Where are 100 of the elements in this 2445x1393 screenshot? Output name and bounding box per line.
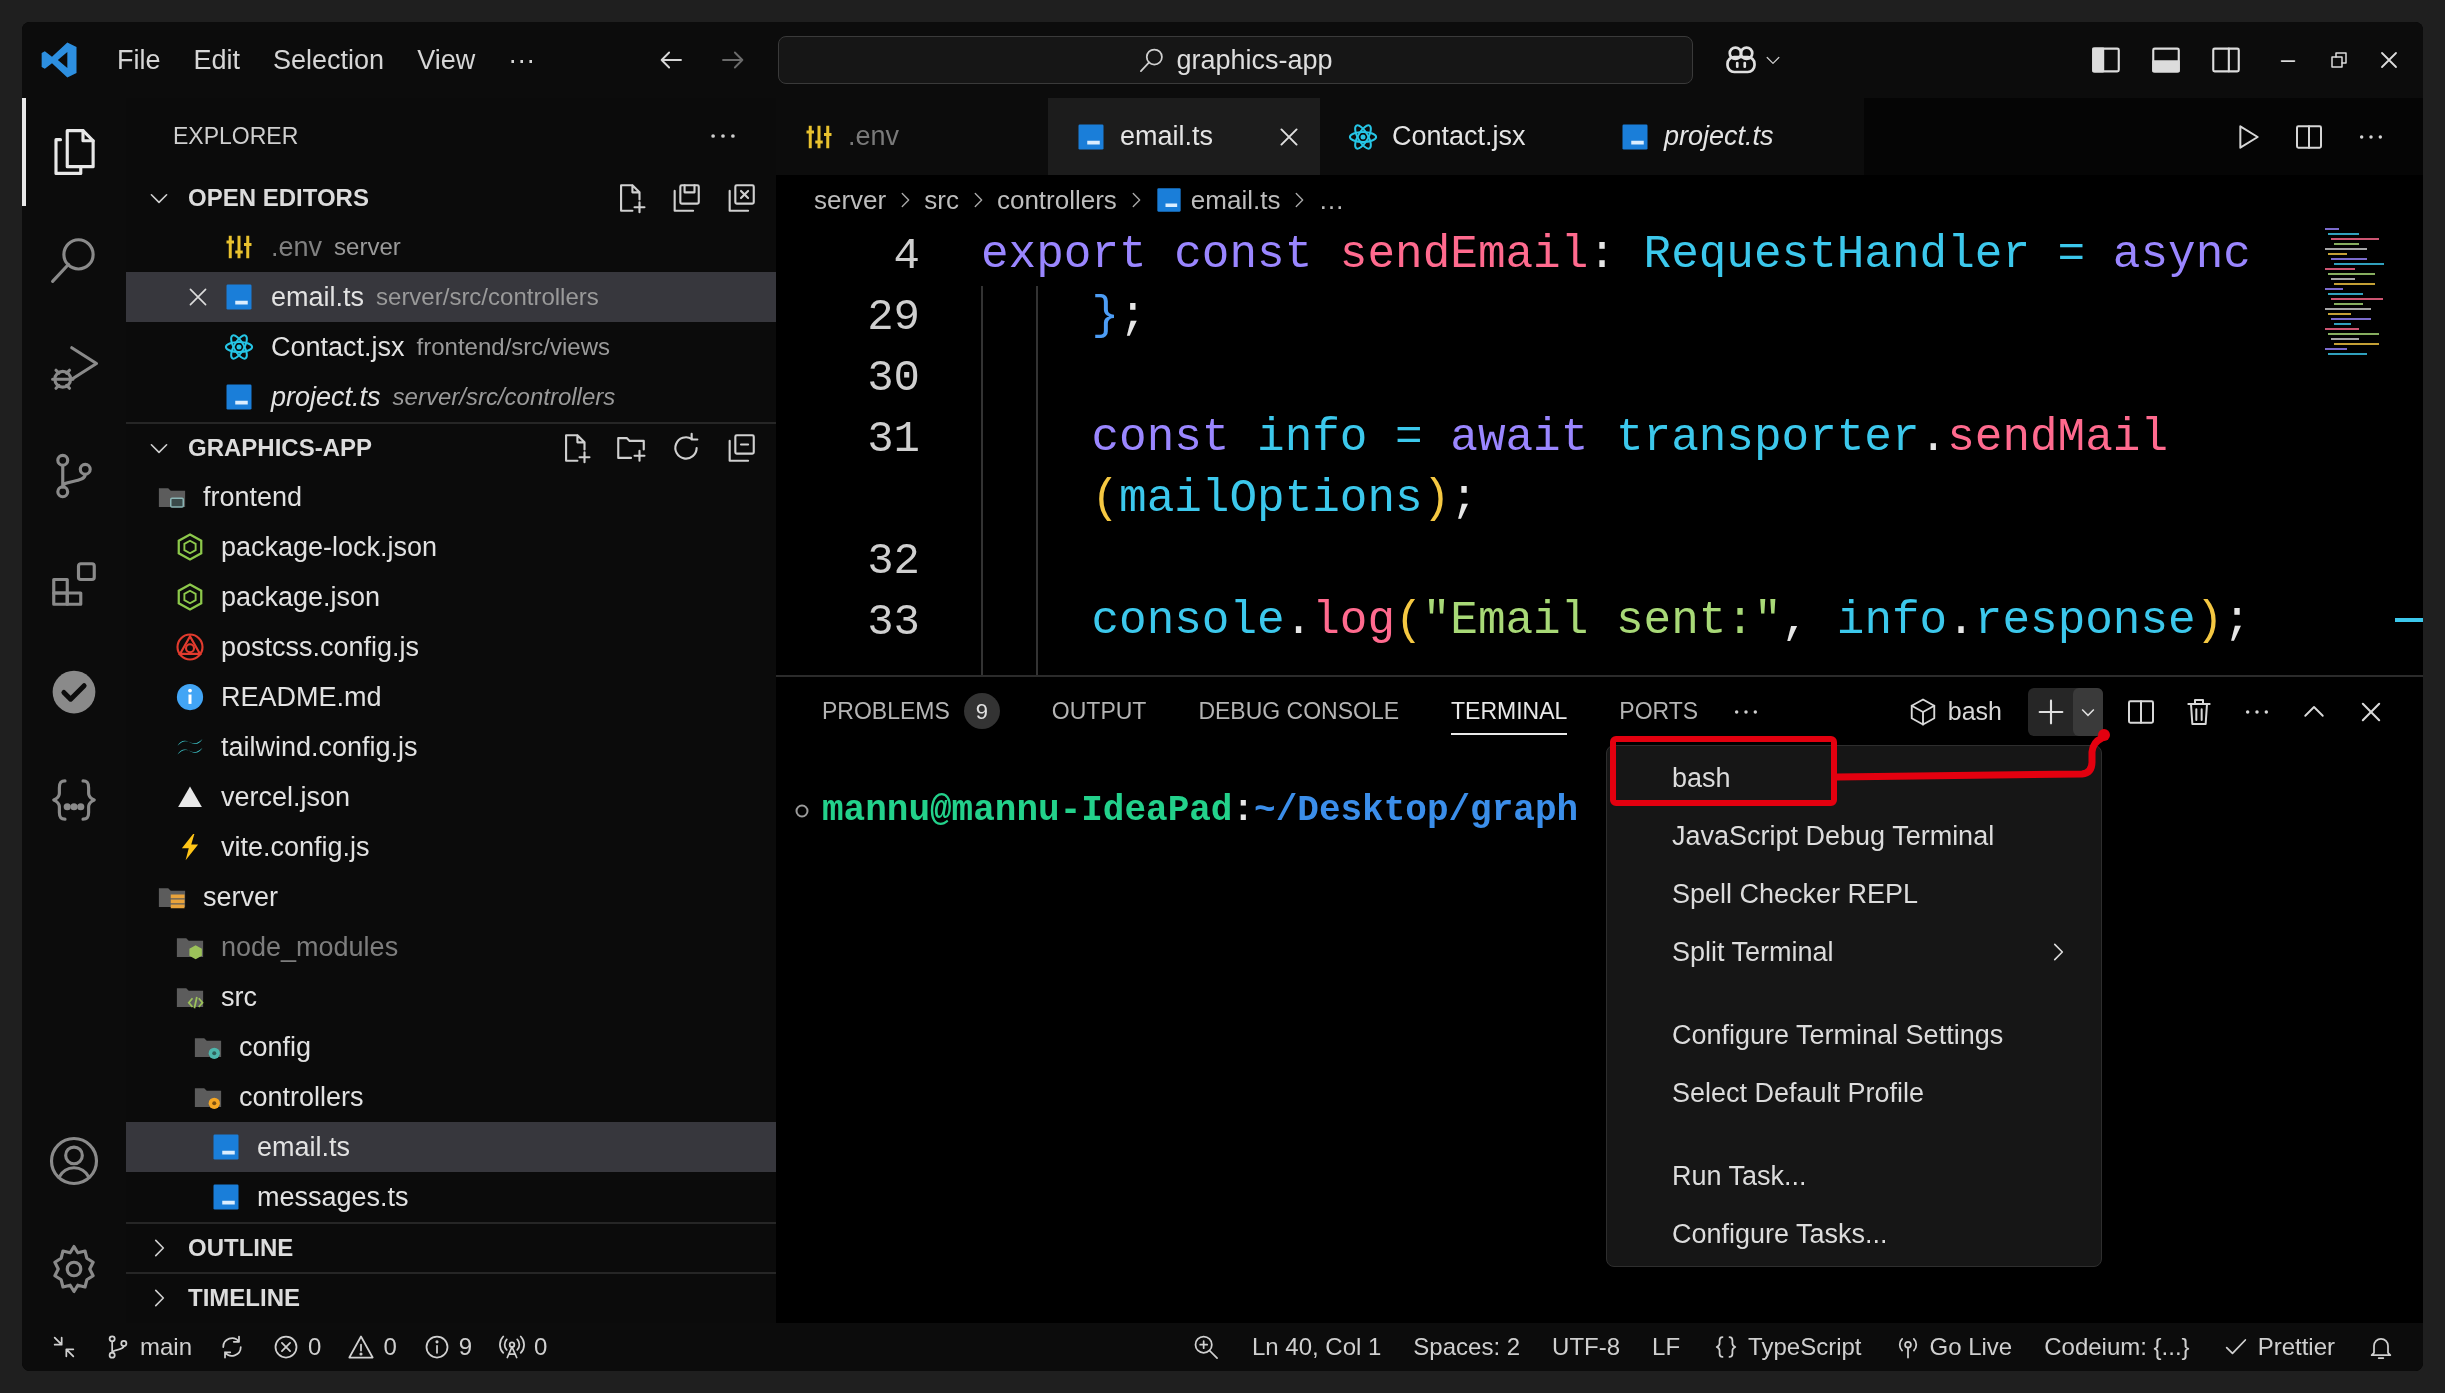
panel-tab[interactable]: PORTS <box>1619 689 1699 735</box>
tree-item[interactable]: email.ts <box>126 1122 776 1172</box>
tree-item[interactable]: package-lock.json <box>126 522 776 572</box>
line-number: 32 <box>867 534 920 588</box>
breadcrumb-item[interactable]: email.ts <box>1190 180 1281 220</box>
status-text: 0 <box>308 1332 322 1362</box>
file-name: node_modules <box>221 930 399 964</box>
editor-tab[interactable]: project.ts <box>1592 98 1864 175</box>
tree-item[interactable]: node_modules <box>126 922 776 972</box>
status-item[interactable]: Prettier <box>2215 1323 2341 1371</box>
dropdown-button[interactable] <box>2073 688 2103 736</box>
account-icon[interactable] <box>47 1134 101 1188</box>
open-editor-item[interactable]: project.ts server/src/controllers <box>126 372 776 422</box>
command-center[interactable]: graphics-app <box>778 36 1693 84</box>
hexagon-icon <box>175 532 205 562</box>
file-name: Contact.jsx <box>271 330 405 364</box>
line-number: 30 <box>867 351 920 405</box>
tree-item[interactable]: tailwind.config.js <box>126 722 776 772</box>
menu-item[interactable]: ··· <box>496 33 548 87</box>
section-header[interactable]: TIMELINE <box>126 1274 776 1322</box>
status-item[interactable]: TypeScript <box>1706 1323 1868 1371</box>
line-number: 4 <box>893 229 920 283</box>
menu-item[interactable]: Spell Checker REPL <box>1607 865 2101 923</box>
status-text: 0 <box>383 1332 397 1362</box>
breadcrumb-item[interactable]: … <box>1318 180 1345 220</box>
editor-tab[interactable]: .env <box>776 98 1048 175</box>
typescript-icon <box>224 282 254 312</box>
tree-item[interactable]: vite.config.js <box>126 822 776 872</box>
tree-item[interactable]: src <box>126 972 776 1022</box>
minimap[interactable] <box>2323 227 2386 357</box>
panel-tab[interactable]: TERMINAL <box>1451 689 1568 735</box>
status-item[interactable]: 9 <box>416 1323 479 1371</box>
status-item[interactable]: 0 <box>341 1323 403 1371</box>
code-token: log <box>1312 594 1396 649</box>
line-number: 29 <box>867 290 920 344</box>
terminal-name[interactable]: bash <box>1947 693 2002 731</box>
menu-item[interactable]: View <box>405 33 488 87</box>
tree-item[interactable]: postcss.config.js <box>126 622 776 672</box>
file-path: server/src/controllers <box>376 282 599 312</box>
breadcrumb-item[interactable]: server <box>814 180 887 220</box>
open-editor-item[interactable]: Contact.jsx frontend/src/views <box>126 322 776 372</box>
file-name: package-lock.json <box>221 530 438 564</box>
section-header[interactable]: GRAPHICS-APP <box>126 424 776 472</box>
tree-item[interactable]: controllers <box>126 1072 776 1122</box>
tree-item[interactable]: config <box>126 1022 776 1072</box>
status-item[interactable]: Codeium: {...} <box>2038 1323 2196 1371</box>
file-name: postcss.config.js <box>221 630 420 664</box>
menu-item[interactable]: Configure Tasks... <box>1607 1205 2101 1263</box>
tree-item[interactable]: README.md <box>126 672 776 722</box>
status-item[interactable]: main <box>98 1323 199 1371</box>
editor-logo[interactable] <box>39 40 79 80</box>
sidebar-title: EXPLORER <box>173 121 299 151</box>
menu-item[interactable]: Split Terminal <box>1607 923 2101 981</box>
status-item[interactable]: 0 <box>492 1323 554 1371</box>
tree-item[interactable]: frontend <box>126 472 776 522</box>
menu-item[interactable]: Run Task... <box>1607 1147 2101 1205</box>
open-editor-item[interactable]: email.ts server/src/controllers <box>126 272 776 322</box>
breadcrumb-item[interactable]: controllers <box>996 180 1117 220</box>
status-text: Go Live <box>1929 1332 2013 1362</box>
open-editor-item[interactable]: .env server <box>126 222 776 272</box>
menu-item[interactable]: JavaScript Debug Terminal <box>1607 807 2101 865</box>
line-number: 31 <box>867 412 920 466</box>
menu-item[interactable]: File <box>105 33 173 87</box>
menu-item[interactable]: Configure Terminal Settings <box>1607 1006 2101 1064</box>
breadcrumb-item[interactable]: src <box>924 180 959 220</box>
panel-tab-label: OUTPUT <box>1051 696 1147 726</box>
tree-item[interactable]: messages.ts <box>126 1172 776 1222</box>
status-item[interactable]: Go Live <box>1887 1323 2019 1371</box>
status-item[interactable]: UTF-8 <box>1546 1323 1627 1371</box>
code-token: console <box>1090 594 1285 649</box>
tab-label: Contact.jsx <box>1392 120 1526 154</box>
menu-item[interactable]: Edit <box>181 33 253 87</box>
section-title: OUTLINE <box>188 1233 294 1263</box>
menu-item-label: Select Default Profile <box>1672 1076 1925 1110</box>
editor-tab[interactable]: Contact.jsx <box>1320 98 1592 175</box>
panel-tab-label: PROBLEMS <box>822 696 950 726</box>
tree-item[interactable]: package.json <box>126 572 776 622</box>
panel-tab[interactable]: OUTPUT <box>1051 689 1147 735</box>
menu-item[interactable]: bash <box>1607 749 2101 807</box>
menu-item[interactable]: Selection <box>261 33 397 87</box>
menu-item[interactable]: Select Default Profile <box>1607 1064 2101 1122</box>
code-token: : <box>1588 228 1617 283</box>
status-text: 0 <box>534 1332 548 1362</box>
section-header[interactable]: OPEN EDITORS <box>126 174 776 222</box>
panel-tab[interactable]: DEBUG CONSOLE <box>1198 689 1400 735</box>
section-header[interactable]: OUTLINE <box>126 1224 776 1272</box>
status-item[interactable]: Spaces: 2 <box>1407 1323 1527 1371</box>
tree-item[interactable]: vercel.json <box>126 772 776 822</box>
code-token: . <box>1284 594 1313 649</box>
section-title: GRAPHICS-APP <box>188 433 373 463</box>
tree-item[interactable]: server <box>126 872 776 922</box>
editor-tab[interactable]: email.ts <box>1048 98 1320 175</box>
file-name: README.md <box>221 680 382 714</box>
status-item[interactable]: LF <box>1646 1323 1687 1371</box>
file-path: server <box>334 232 401 262</box>
status-item[interactable]: 0 <box>266 1323 328 1371</box>
status-item[interactable]: Ln 40, Col 1 <box>1245 1323 1388 1371</box>
status-text: UTF-8 <box>1552 1332 1621 1362</box>
menu-item-label: JavaScript Debug Terminal <box>1672 819 1995 853</box>
panel-tab[interactable]: PROBLEMS 9 <box>822 689 1000 735</box>
